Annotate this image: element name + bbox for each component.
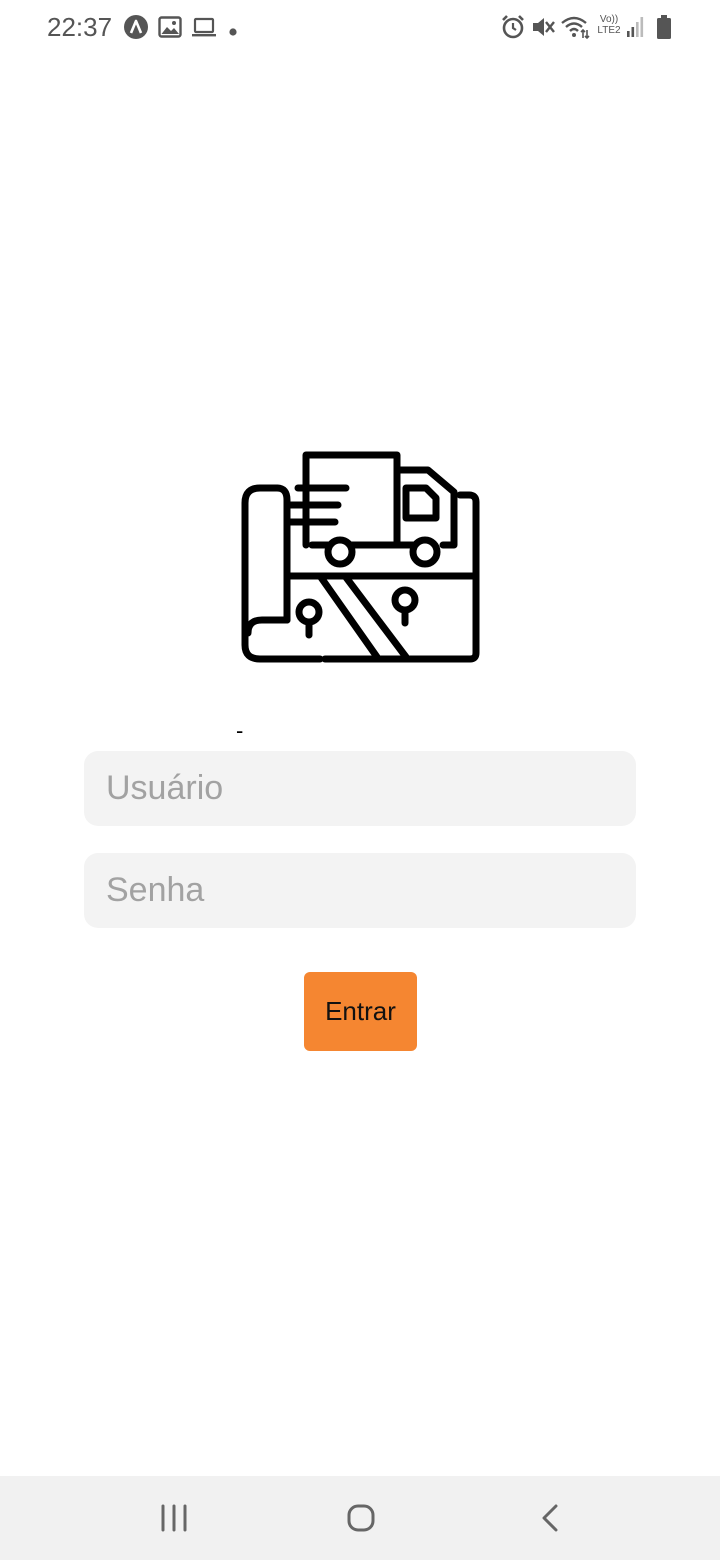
navigation-app-icon <box>123 14 149 45</box>
login-button[interactable]: Entrar <box>304 972 417 1051</box>
system-navigation-bar <box>0 1476 720 1560</box>
app-logo <box>240 450 480 664</box>
signal-icon <box>626 16 644 43</box>
status-bar: 22:37 Vo)) LTE2 <box>0 0 720 56</box>
recents-icon[interactable] <box>154 1498 194 1538</box>
volte-label: Vo)) <box>599 14 619 25</box>
home-icon[interactable] <box>341 1498 381 1538</box>
laptop-notification-icon <box>191 14 217 45</box>
status-right-icons: Vo)) LTE2 <box>500 12 676 42</box>
password-input[interactable] <box>84 853 636 928</box>
wifi-icon <box>560 14 590 45</box>
back-icon[interactable] <box>530 1498 570 1538</box>
lte-label: LTE2 <box>597 25 621 36</box>
more-notifications-dot-icon <box>229 23 237 41</box>
network-type-label: Vo)) LTE2 <box>594 14 624 36</box>
map-truck-delivery-icon <box>241 451 480 663</box>
dash-mark: - <box>236 718 244 743</box>
status-time: 22:37 <box>47 12 113 42</box>
gallery-notification-icon <box>158 14 182 45</box>
battery-icon <box>656 14 672 45</box>
mute-icon <box>530 14 556 45</box>
alarm-icon <box>500 14 526 45</box>
username-input[interactable] <box>84 751 636 826</box>
